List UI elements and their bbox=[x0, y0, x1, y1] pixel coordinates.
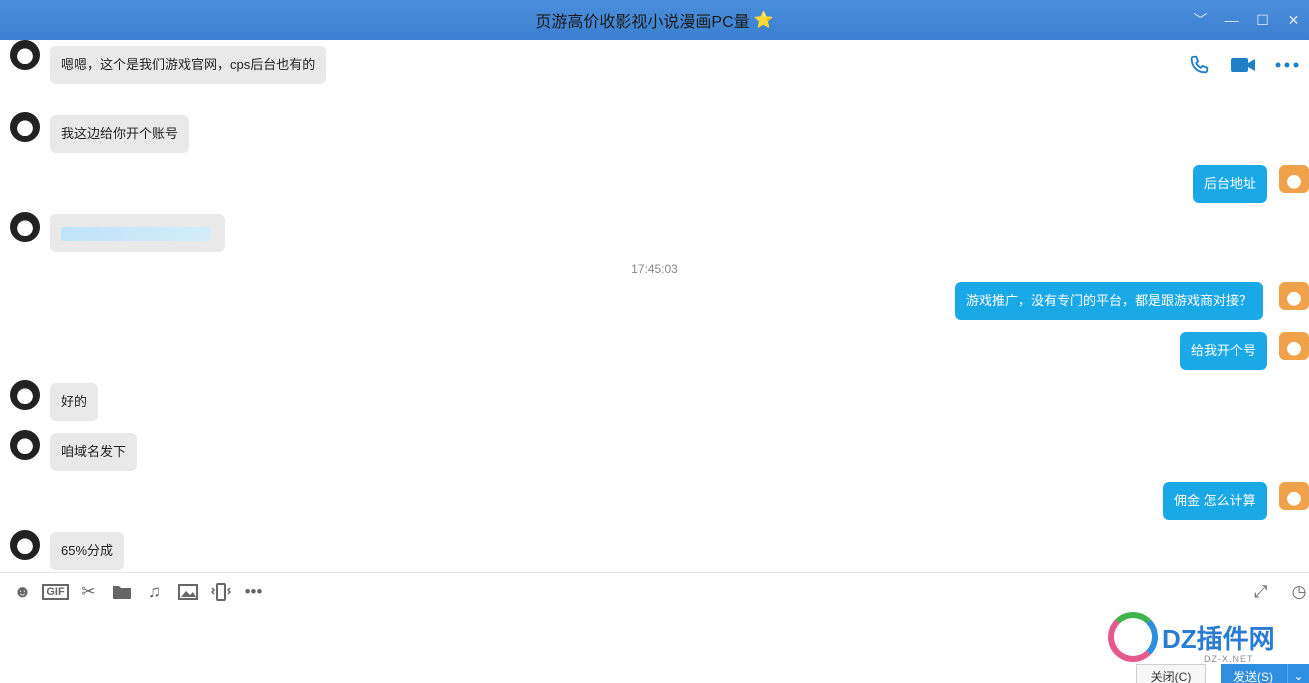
close-window-button[interactable]: ✕ bbox=[1278, 12, 1309, 29]
message-bubble[interactable]: 我这边给你开个账号 bbox=[50, 115, 190, 153]
watermark-logo-icon bbox=[1108, 612, 1158, 662]
history-icon[interactable]: ◷ bbox=[1289, 580, 1309, 604]
phone-icon[interactable] bbox=[1177, 52, 1221, 78]
gif-label: GIF bbox=[42, 583, 69, 600]
chevron-down-icon[interactable]: ⌄ bbox=[1287, 664, 1309, 683]
message-bubble[interactable]: 后台地址 bbox=[1193, 165, 1268, 203]
more-icon[interactable] bbox=[1265, 52, 1309, 78]
message-bubble[interactable]: 佣金 怎么计算 bbox=[1163, 482, 1267, 520]
scissors-icon[interactable]: ✂ bbox=[72, 580, 105, 604]
send-label: 发送(S) bbox=[1233, 669, 1273, 683]
expand-icon[interactable]: ⤢ bbox=[1244, 580, 1277, 604]
dropdown-button[interactable]: ﹀ bbox=[1185, 10, 1216, 30]
my-avatar[interactable] bbox=[1279, 165, 1309, 193]
emoji-icon[interactable]: ☻ bbox=[6, 580, 39, 604]
watermark-text: DZ插件网 bbox=[1162, 623, 1275, 654]
input-toolbar: ☻ GIF ✂ ♫ ••• ⤢ ◷ bbox=[0, 572, 1309, 610]
blurred-link[interactable] bbox=[61, 226, 211, 241]
message-bubble[interactable]: 给我开个号 bbox=[1180, 332, 1268, 370]
watermark: DZ插件网 DZ-X.NET bbox=[1108, 612, 1275, 664]
link-bubble[interactable]: .. bbox=[50, 214, 225, 252]
send-button[interactable]: 发送(S) ⌄ bbox=[1221, 664, 1309, 683]
timestamp: 17:45:03 bbox=[631, 262, 678, 276]
my-avatar[interactable] bbox=[1279, 332, 1309, 360]
minimize-button[interactable]: — bbox=[1216, 12, 1247, 28]
my-avatar[interactable] bbox=[1279, 482, 1309, 510]
more-icon[interactable]: ••• bbox=[237, 580, 270, 604]
my-avatar[interactable] bbox=[1279, 282, 1309, 310]
message-bubble[interactable]: 嗯嗯，这个是我们游戏官网，cps后台也有的 bbox=[50, 46, 327, 84]
image-icon[interactable] bbox=[171, 580, 204, 604]
toolbar-right: ⤢ ◷ bbox=[1244, 580, 1309, 604]
window-title: 页游高价收影视小说漫画PC量 bbox=[535, 14, 750, 31]
folder-icon[interactable] bbox=[105, 580, 138, 604]
message-list[interactable]: 嗯嗯，这个是我们游戏官网，cps后台也有的 我这边给你开个账号 后台地址 .. … bbox=[0, 40, 1309, 572]
contact-avatar[interactable] bbox=[10, 112, 40, 142]
gif-icon[interactable]: GIF bbox=[39, 580, 72, 604]
contact-avatar[interactable] bbox=[10, 40, 40, 70]
maximize-button[interactable]: ☐ bbox=[1247, 12, 1278, 29]
contact-avatar[interactable] bbox=[10, 430, 40, 460]
window-titlebar: 页游高价收影视小说漫画PC量 ⭐ ﹀ — ☐ ✕ bbox=[0, 0, 1309, 40]
message-bubble[interactable]: 咱域名发下 bbox=[50, 433, 138, 471]
watermark-sub: DZ-X.NET bbox=[1204, 654, 1254, 664]
music-icon[interactable]: ♫ bbox=[138, 580, 171, 604]
contact-avatar[interactable] bbox=[10, 530, 40, 560]
video-icon[interactable] bbox=[1221, 52, 1265, 78]
shake-icon[interactable] bbox=[204, 580, 237, 604]
message-bubble[interactable]: 游戏推广，没有专门的平台，都是跟游戏商对接？ bbox=[955, 282, 1264, 320]
star-icon: ⭐ bbox=[753, 12, 774, 29]
message-bubble[interactable]: 65%分成 bbox=[50, 532, 125, 570]
window-controls: ﹀ — ☐ ✕ bbox=[1185, 0, 1309, 40]
message-bubble[interactable]: 好的 bbox=[50, 383, 99, 421]
contact-avatar[interactable] bbox=[10, 212, 40, 242]
close-button[interactable]: 关闭(C) bbox=[1136, 664, 1206, 683]
contact-avatar[interactable] bbox=[10, 380, 40, 410]
chat-actions bbox=[1177, 52, 1309, 78]
